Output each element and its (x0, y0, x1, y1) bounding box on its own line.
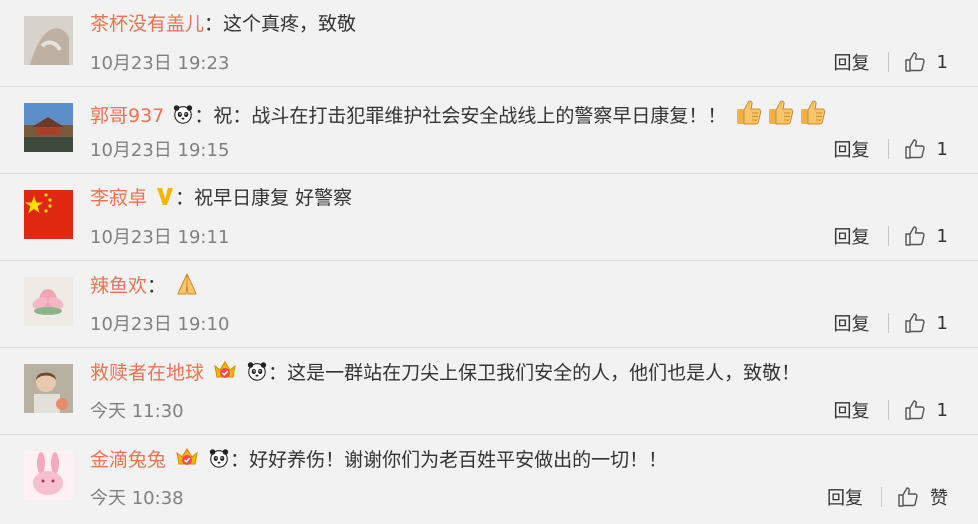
username-link[interactable]: 金滴兔兔 (90, 449, 166, 471)
comment-timestamp: 10月23日 19:10 (90, 314, 230, 335)
reply-button[interactable]: 回复 (834, 136, 870, 162)
verified-v-icon (157, 188, 174, 205)
comment-timestamp: 今天 11:30 (90, 401, 184, 422)
comment-separator: ： (147, 275, 167, 297)
comment-row: 茶杯没有盖儿：这个真疼，致敬 10月23日 19:23 回复 1 (0, 0, 978, 87)
username-link[interactable]: 辣鱼欢 (90, 275, 147, 297)
china-flag-avatar (24, 190, 73, 239)
thumbs-up-emoji-icon (766, 97, 796, 127)
comment-text: 这是一群站在刀尖上保卫我们安全的人，他们也是人，致敬！ (287, 362, 801, 384)
comment-row: 救赎者在地球 ：这是一群站在刀尖上保卫我们安全的人，他们也是人，致敬！ 今天 1… (0, 348, 978, 435)
praying-hands-emoji-icon (177, 273, 197, 295)
comment-content: 辣鱼欢： (90, 271, 200, 300)
panda-badge-icon (208, 447, 230, 469)
like-button[interactable]: 1 (903, 137, 948, 161)
comment-row: 金滴兔兔 ：好好养伤！谢谢你们为老百姓平安做出的一切！！ 今天 10:38 回复… (0, 435, 978, 522)
action-divider (887, 52, 889, 72)
avatar[interactable] (24, 451, 73, 500)
like-count: 1 (936, 138, 948, 160)
reply-button[interactable]: 回复 (834, 49, 870, 75)
thumbs-up-icon (903, 224, 927, 248)
reply-button[interactable]: 回复 (834, 397, 870, 423)
action-divider (887, 226, 889, 246)
like-button[interactable]: 1 (903, 398, 948, 422)
comment-text: 祝早日康复 好警察 (194, 187, 353, 209)
comment-actions: 回复 1 (834, 136, 948, 162)
comment-separator: ： (175, 187, 195, 209)
panda-badge-icon (246, 360, 268, 382)
like-label: 赞 (930, 488, 948, 509)
like-count: 1 (936, 312, 948, 334)
comment-separator: ： (194, 105, 214, 127)
action-divider (887, 139, 889, 159)
comment-content: 郭哥937 ：祝：战斗在打击犯罪维护社会安全战线上的警察早日康复！！ (90, 97, 828, 130)
comment-row: 辣鱼欢： 10月23日 19:10 回复 1 (0, 261, 978, 348)
comment-actions: 回复 赞 (827, 484, 948, 510)
comment-timestamp: 10月23日 19:15 (90, 140, 230, 161)
comment-actions: 回复 1 (834, 49, 948, 75)
like-count: 1 (936, 225, 948, 247)
thumbs-up-emoji-icon (734, 97, 764, 127)
reply-button[interactable]: 回复 (834, 310, 870, 336)
comment-text: 好好养伤！谢谢你们为老百姓平安做出的一切！！ (249, 449, 668, 471)
avatar[interactable] (24, 277, 73, 326)
username-link[interactable]: 李寂卓 (90, 187, 147, 209)
comment-row: 李寂卓 ：祝早日康复 好警察 10月23日 19:11 回复 1 (0, 174, 978, 261)
like-button[interactable]: 赞 (896, 484, 948, 510)
crown-badge-icon (212, 358, 238, 382)
comment-actions: 回复 1 (834, 397, 948, 423)
thumbs-up-icon (903, 398, 927, 422)
avatar[interactable] (24, 16, 73, 65)
username-link[interactable]: 救赎者在地球 (90, 362, 204, 384)
comment-timestamp: 今天 10:38 (90, 488, 184, 509)
comment-list: 茶杯没有盖儿：这个真疼，致敬 10月23日 19:23 回复 1 郭哥937 ：… (0, 0, 978, 524)
action-divider (887, 400, 889, 420)
thumbs-up-icon (903, 311, 927, 335)
like-button[interactable]: 1 (903, 311, 948, 335)
like-button[interactable]: 1 (903, 224, 948, 248)
avatar[interactable] (24, 103, 73, 152)
username-link[interactable]: 郭哥937 (90, 105, 164, 127)
comment-timestamp: 10月23日 19:11 (90, 227, 230, 248)
comment-content: 茶杯没有盖儿：这个真疼，致敬 (90, 10, 356, 38)
like-count: 1 (936, 51, 948, 73)
comment-separator: ： (204, 13, 224, 35)
username-link[interactable]: 茶杯没有盖儿 (90, 13, 204, 35)
reply-button[interactable]: 回复 (827, 484, 863, 510)
thumbs-up-icon (903, 50, 927, 74)
comment-separator: ： (230, 449, 250, 471)
like-button[interactable]: 1 (903, 50, 948, 74)
comment-content: 金滴兔兔 ：好好养伤！谢谢你们为老百姓平安做出的一切！！ (90, 445, 667, 474)
thumbs-up-icon (903, 137, 927, 161)
like-count: 1 (936, 399, 948, 421)
action-divider (881, 487, 882, 507)
comment-text: 祝：战斗在打击犯罪维护社会安全战线上的警察早日康复！！ (213, 105, 727, 127)
comment-actions: 回复 1 (834, 223, 948, 249)
comment-content: 李寂卓 ：祝早日康复 好警察 (90, 184, 352, 212)
comment-content: 救赎者在地球 ：这是一群站在刀尖上保卫我们安全的人，他们也是人，致敬！ (90, 358, 800, 387)
comment-timestamp: 10月23日 19:23 (90, 53, 230, 74)
crown-badge-icon (174, 445, 200, 469)
avatar[interactable] (24, 190, 73, 239)
comment-row: 郭哥937 ：祝：战斗在打击犯罪维护社会安全战线上的警察早日康复！！ 10月23… (0, 87, 978, 174)
thumbs-up-icon (896, 485, 920, 509)
panda-badge-icon (172, 103, 194, 125)
comment-actions: 回复 1 (834, 310, 948, 336)
action-divider (887, 313, 889, 333)
thumbs-up-emoji-icon (798, 97, 828, 127)
reply-button[interactable]: 回复 (834, 223, 870, 249)
comment-text: 这个真疼，致敬 (223, 13, 357, 35)
avatar[interactable] (24, 364, 73, 413)
comment-separator: ： (268, 362, 288, 384)
